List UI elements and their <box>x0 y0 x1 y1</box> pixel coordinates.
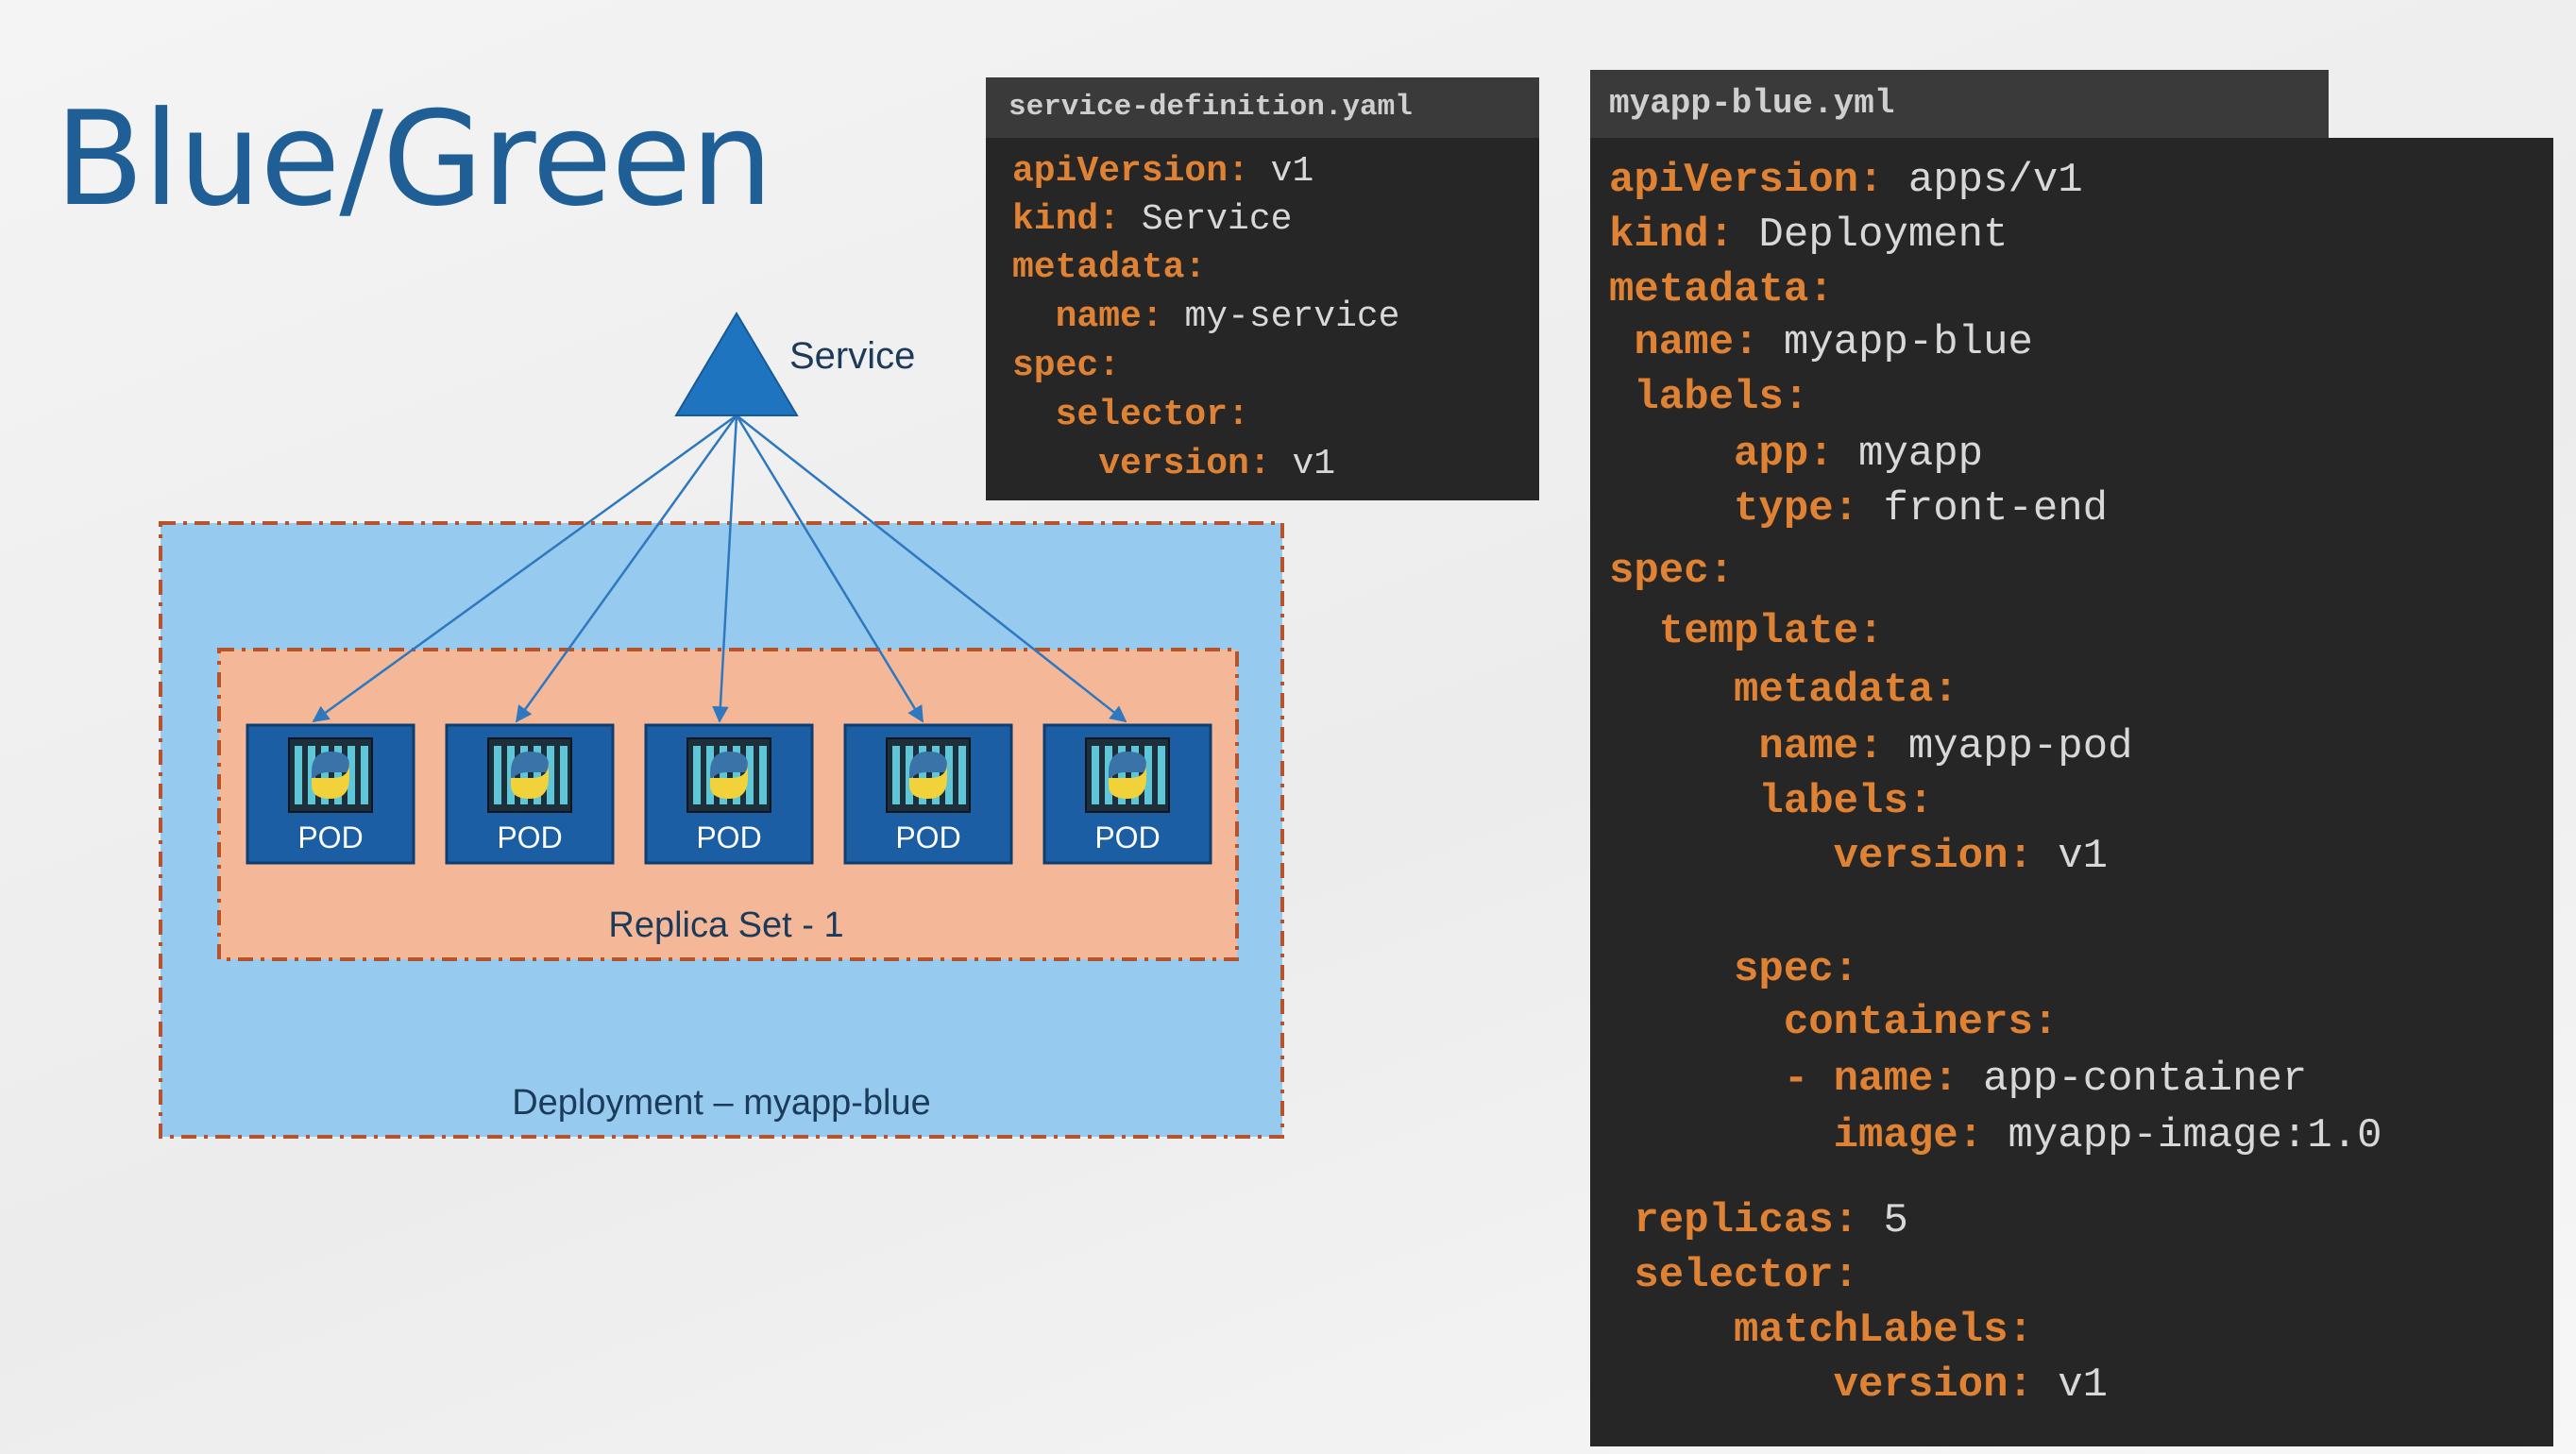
code-key: spec: <box>1609 548 1735 595</box>
code-key: template: <box>1609 608 1884 655</box>
code-key: metadata: <box>1012 247 1207 288</box>
code-line: spec: <box>1012 346 1120 386</box>
deployment-code-panel: apiVersion: apps/v1 kind: Deployment metad… <box>1590 138 2553 1446</box>
service-icon <box>674 312 799 416</box>
code-key: containers: <box>1609 999 2059 1046</box>
pod-label: POD <box>497 820 562 854</box>
code-line: selector: <box>1012 395 1249 435</box>
code-value: front-end <box>1858 485 2109 533</box>
pod: POD <box>246 723 415 865</box>
service-file-tab: service-definition.yaml <box>986 77 1539 138</box>
code-line: spec: <box>1609 548 1734 595</box>
code-key: spec: <box>1609 946 1859 993</box>
code-key: - name: <box>1609 1056 1958 1103</box>
service-label: Service <box>789 335 915 377</box>
code-value: v1 <box>1270 444 1336 484</box>
code-key: name: <box>1609 723 1884 770</box>
code-value: Deployment <box>1734 211 2008 259</box>
code-value: myapp-image:1.0 <box>1983 1112 2382 1159</box>
code-line: name: myapp-blue <box>1609 319 2033 366</box>
code-key: apiVersion: <box>1012 151 1249 192</box>
code-line: matchLabels: <box>1609 1307 2033 1354</box>
code-line: type: front-end <box>1609 485 2108 533</box>
code-line: version: v1 <box>1609 833 2108 880</box>
code-line: - name: app-container <box>1609 1056 2308 1103</box>
code-key: name: <box>1012 296 1163 337</box>
code-key: labels: <box>1609 778 1934 825</box>
code-key: matchLabels: <box>1609 1307 2033 1354</box>
code-key: metadata: <box>1609 667 1958 714</box>
code-line: containers: <box>1609 999 2058 1046</box>
deployment-file-tab: myapp-blue.yml <box>1590 70 2329 138</box>
python-container-icon <box>288 737 373 813</box>
pod: POD <box>1042 723 1212 865</box>
code-line: apiVersion: apps/v1 <box>1609 157 2083 204</box>
code-key: type: <box>1609 485 1859 533</box>
replicaset-label: Replica Set - 1 <box>608 905 843 945</box>
code-key: version: <box>1609 1361 2033 1409</box>
pod: POD <box>843 723 1013 865</box>
code-value: apps/v1 <box>1883 157 2083 204</box>
code-key: name: <box>1609 319 1759 366</box>
service-code-panel: apiVersion: v1 kind: Service metadata: nam… <box>986 138 1539 500</box>
code-key: spec: <box>1012 346 1121 386</box>
code-key: labels: <box>1609 374 1809 421</box>
code-value: myapp-blue <box>1758 319 2033 366</box>
code-value: myapp <box>1833 431 1984 478</box>
code-line: labels: <box>1609 778 1933 825</box>
code-line: name: my-service <box>1012 296 1400 337</box>
code-key: metadata: <box>1609 266 1834 313</box>
pods-group: POD POD POD POD POD <box>246 723 1212 865</box>
code-line: metadata: <box>1609 667 1958 714</box>
python-container-icon <box>886 737 971 813</box>
code-value: v1 <box>2032 833 2109 880</box>
pod-label: POD <box>696 820 761 854</box>
code-key: kind: <box>1609 211 1735 259</box>
code-value: v1 <box>1248 151 1314 192</box>
code-value: myapp-pod <box>1883 723 2133 770</box>
code-line: apiVersion: v1 <box>1012 151 1313 192</box>
python-container-icon <box>1085 737 1170 813</box>
code-line: labels: <box>1609 374 1808 421</box>
code-line: selector: <box>1609 1252 1858 1299</box>
code-value: app-container <box>1957 1056 2308 1103</box>
code-line: metadata: <box>1609 266 1834 313</box>
code-line: version: v1 <box>1609 1361 2108 1409</box>
code-key: selector: <box>1609 1252 1859 1299</box>
pod: POD <box>644 723 814 865</box>
code-line: replicas: 5 <box>1609 1197 1908 1244</box>
deployment-label: Deployment – myapp-blue <box>512 1083 931 1123</box>
code-key: apiVersion: <box>1609 157 1884 204</box>
code-line: spec: <box>1609 946 1858 993</box>
code-line: kind: Deployment <box>1609 211 2008 259</box>
code-value: Service <box>1120 199 1293 240</box>
code-line: metadata: <box>1012 247 1206 288</box>
code-value: 5 <box>1858 1197 1908 1244</box>
pod-label: POD <box>1094 820 1160 854</box>
code-line: template: <box>1609 608 1884 655</box>
code-key: version: <box>1609 833 2033 880</box>
pod: POD <box>445 723 615 865</box>
code-value: v1 <box>2032 1361 2109 1409</box>
pod-label: POD <box>895 820 960 854</box>
code-key: selector: <box>1012 395 1249 435</box>
python-container-icon <box>686 737 771 813</box>
python-container-icon <box>487 737 572 813</box>
code-key: kind: <box>1012 199 1121 240</box>
code-value: my-service <box>1162 296 1400 337</box>
code-line: image: myapp-image:1.0 <box>1609 1112 2382 1159</box>
pod-label: POD <box>297 820 363 854</box>
code-key: image: <box>1609 1112 1984 1159</box>
code-line: version: v1 <box>1012 444 1335 484</box>
code-key: version: <box>1012 444 1271 484</box>
code-key: app: <box>1609 431 1834 478</box>
code-line: name: myapp-pod <box>1609 723 2133 770</box>
code-line: app: myapp <box>1609 431 1983 478</box>
code-line: kind: Service <box>1012 199 1292 240</box>
code-key: replicas: <box>1609 1197 1859 1244</box>
